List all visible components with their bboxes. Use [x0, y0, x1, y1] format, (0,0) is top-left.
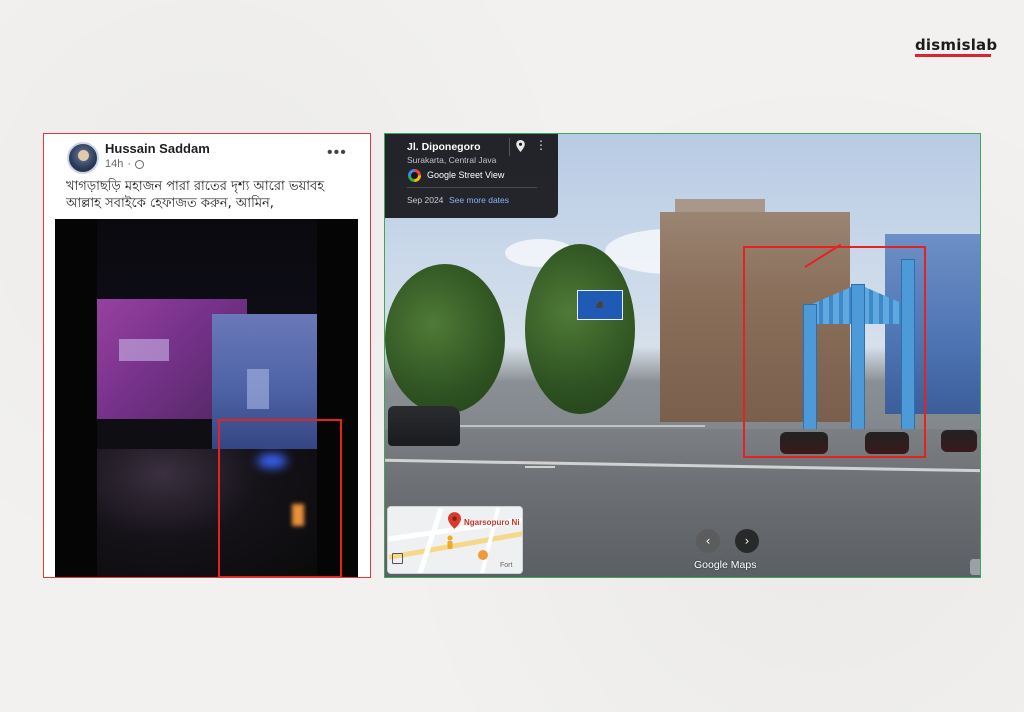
post-text-line: আল্লাহ সবাইকে হেফাজত করুন, আমিন, — [66, 196, 274, 211]
expand-icon[interactable] — [392, 553, 403, 564]
street-view-info-card: Jl. Diponegoro Surakarta, Central Java ⋮… — [385, 134, 558, 218]
google-icon — [408, 169, 421, 182]
facebook-post-panel: Hussain Saddam 14h · ••• খাগড়াছড়ি মহাজ… — [43, 133, 371, 578]
globe-icon — [135, 159, 145, 169]
divider — [407, 187, 537, 188]
map-pin-icon — [448, 512, 461, 529]
map-place-label: Ngarsopuro Ni — [464, 518, 520, 527]
logo-underline — [915, 54, 991, 57]
crosswalk — [445, 425, 705, 427]
minimap[interactable]: Ngarsopuro Ni Fort — [387, 506, 523, 574]
corner-control[interactable] — [970, 559, 980, 575]
motorcycle — [941, 430, 977, 452]
map-label: Fort — [500, 562, 513, 569]
street-sign: ⬛ — [577, 290, 623, 320]
street-view-panel[interactable]: ⬛ Jl. Diponegoro Surakarta, Central Java… — [384, 133, 981, 578]
source-label: Google Street View — [427, 170, 505, 180]
more-vert-icon[interactable]: ⋮ — [535, 139, 547, 151]
post-author[interactable]: Hussain Saddam — [105, 141, 210, 156]
post-time[interactable]: 14h — [105, 158, 123, 170]
post-text: খাগড়াছড়ি মহাজন পারা রাতের দৃশ্য আরো ভয… — [66, 178, 366, 212]
google-maps-brand: Google Maps — [694, 559, 756, 571]
street-location: Surakarta, Central Java — [407, 155, 497, 165]
location-pin-icon[interactable] — [516, 140, 525, 152]
chevron-right-icon[interactable]: › — [735, 529, 759, 553]
tree — [525, 244, 635, 414]
post-meta: 14h · — [105, 158, 145, 170]
dismislab-logo: dismislab — [915, 36, 998, 54]
map-poi-icon — [478, 550, 488, 560]
capture-date: Sep 2024 — [407, 195, 444, 205]
video-highlight-box — [218, 419, 342, 577]
tree — [385, 264, 505, 414]
street-name: Jl. Diponegoro — [407, 141, 481, 153]
lane-marking — [525, 466, 555, 468]
post-video[interactable] — [55, 219, 358, 577]
brand-maps: Maps — [730, 559, 757, 571]
post-text-line: খাগড়াছড়ি মহাজন পারা রাতের দৃশ্য আরো ভয… — [66, 179, 325, 194]
pegman-icon — [447, 535, 453, 549]
map-road — [417, 507, 444, 573]
video-window — [119, 339, 169, 361]
car — [388, 406, 460, 446]
avatar[interactable] — [67, 142, 99, 174]
brand-google: Google — [694, 559, 728, 571]
video-window — [247, 369, 269, 409]
more-options-icon[interactable]: ••• — [327, 144, 347, 162]
see-more-dates-link[interactable]: See more dates — [449, 195, 509, 205]
gate-highlight-box — [743, 246, 926, 458]
divider — [509, 138, 510, 156]
chevron-left-icon[interactable]: ‹ — [696, 529, 720, 553]
